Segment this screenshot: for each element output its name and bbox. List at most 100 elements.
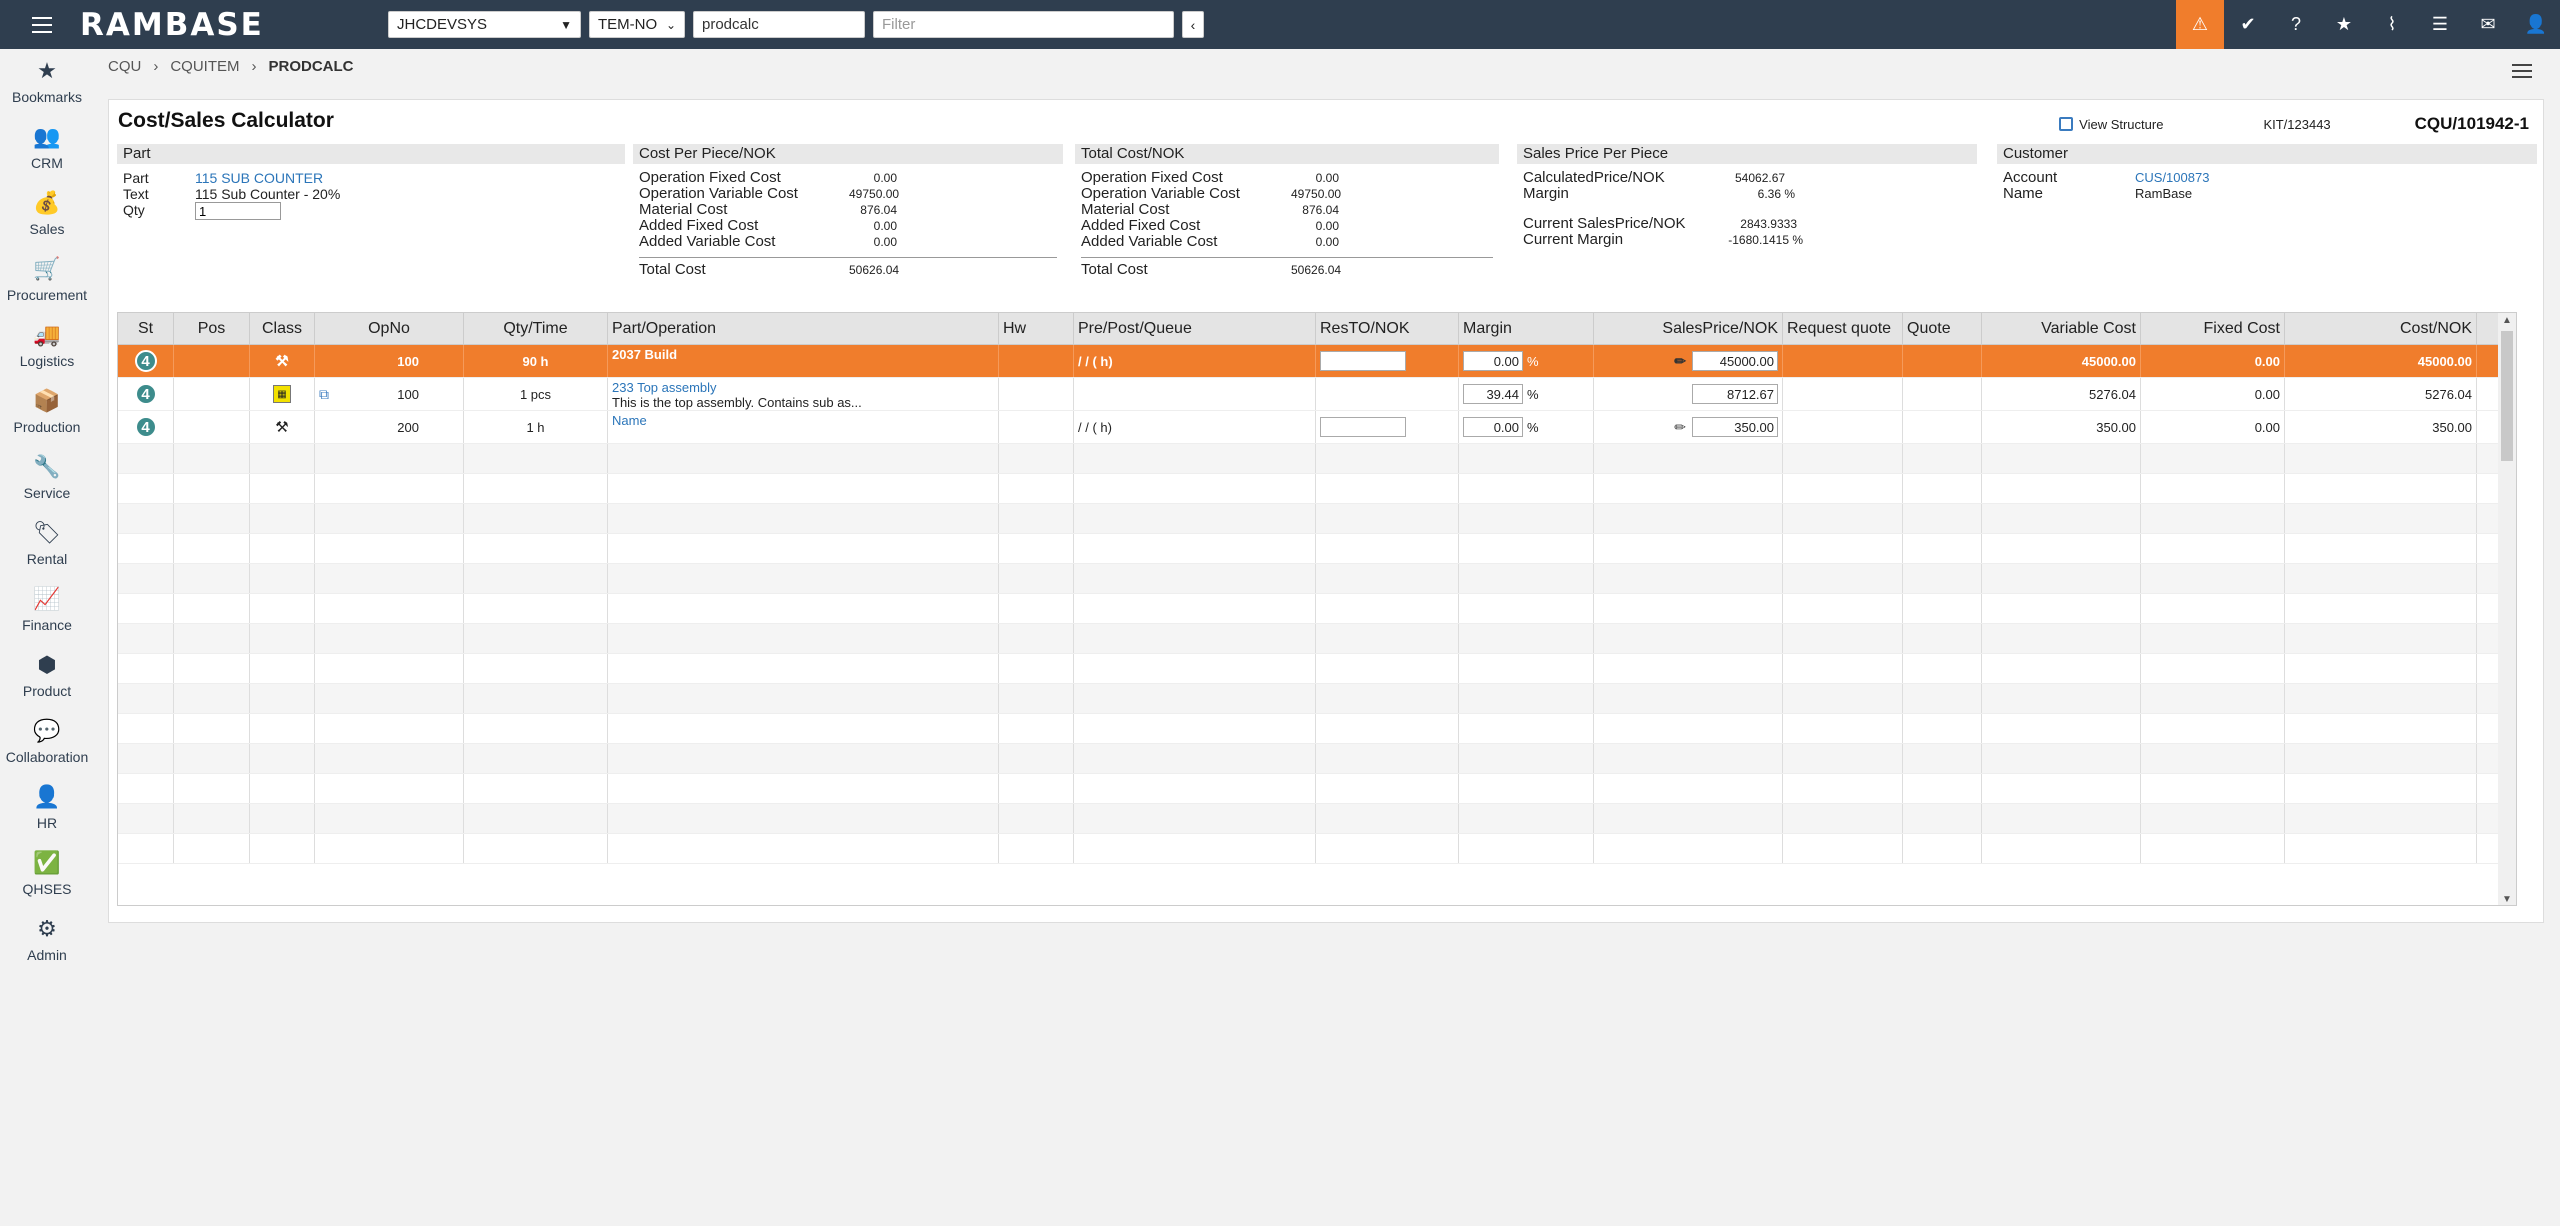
margin-input[interactable]	[1463, 351, 1523, 371]
main-menu-icon[interactable]	[32, 0, 62, 49]
sidebar-item-logistics[interactable]: 🚚 Logistics	[0, 313, 94, 379]
region-select[interactable]: TEM-NO ⌄	[589, 11, 685, 38]
scroll-down-icon[interactable]: ▼	[2502, 894, 2512, 905]
grid-scrollbar[interactable]: ▲ ▼	[2498, 313, 2516, 905]
empty-cell	[2141, 774, 2285, 803]
empty-cell	[1316, 534, 1459, 563]
customer-account-link[interactable]: CUS/100873	[2135, 170, 2209, 186]
scroll-thumb[interactable]	[2501, 331, 2513, 461]
empty-cell	[174, 744, 250, 773]
empty-row	[118, 564, 2516, 594]
sidebar-item-service[interactable]: 🔧 Service	[0, 445, 94, 511]
empty-cell	[1783, 654, 1903, 683]
empty-cell	[174, 474, 250, 503]
empty-cell	[118, 774, 174, 803]
paperclip-icon[interactable]: ⌇	[2368, 0, 2416, 49]
empty-cell	[2285, 624, 2477, 653]
list-icon[interactable]: ☰	[2416, 0, 2464, 49]
warning-icon[interactable]: ⚠	[2176, 0, 2224, 49]
empty-cell	[1594, 744, 1783, 773]
text-label: Text	[123, 186, 149, 202]
company-select[interactable]: JHCDEVSYS ▼	[388, 11, 581, 38]
empty-cell	[999, 714, 1074, 743]
margin-input[interactable]	[1463, 384, 1523, 404]
empty-cell	[250, 474, 315, 503]
breadcrumb-item-cquitem[interactable]: CQUITEM	[170, 58, 239, 75]
part-link[interactable]: 233 Top assembly	[612, 380, 717, 395]
empty-cell	[1459, 714, 1594, 743]
sidebar-item-bookmarks[interactable]: ★ Bookmarks	[0, 49, 94, 115]
empty-cell	[2285, 744, 2477, 773]
empty-cell	[999, 654, 1074, 683]
sales-price-input[interactable]	[1692, 384, 1778, 404]
sidebar-item-production[interactable]: 📦 Production	[0, 379, 94, 445]
empty-cell	[2285, 774, 2477, 803]
empty-cell	[250, 564, 315, 593]
app-search-input[interactable]: prodcalc	[693, 11, 865, 38]
empty-cell	[2141, 594, 2285, 623]
sidebar-item-hr[interactable]: 👤 HR	[0, 775, 94, 841]
empty-cell	[1074, 624, 1316, 653]
empty-cell	[1316, 504, 1459, 533]
view-structure-button[interactable]: View Structure	[2059, 117, 2163, 132]
operations-grid: St Pos Class OpNo Qty/Time Part/Operatio…	[117, 312, 2517, 906]
sidebar-item-sales[interactable]: 💰 Sales	[0, 181, 94, 247]
sidebar-item-crm[interactable]: 👥 CRM	[0, 115, 94, 181]
sidebar-item-procurement[interactable]: 🛒 Procurement	[0, 247, 94, 313]
scroll-up-icon[interactable]: ▲	[2502, 315, 2512, 326]
empty-row	[118, 714, 2516, 744]
page-menu-icon[interactable]	[2512, 64, 2532, 78]
sales-price-input[interactable]	[1692, 351, 1778, 371]
check-badge-icon[interactable]: ✔	[2224, 0, 2272, 49]
sidebar-item-collaboration[interactable]: 💬 Collaboration	[0, 709, 94, 775]
sidebar-item-finance[interactable]: 📈 Finance	[0, 577, 94, 643]
empty-cell	[1783, 834, 1903, 863]
rental-icon: 🏷	[33, 520, 61, 545]
sidebar-item-product[interactable]: ⬢ Product	[0, 643, 94, 709]
star-icon[interactable]: ★	[2320, 0, 2368, 49]
mail-icon[interactable]: ✉	[2464, 0, 2512, 49]
help-icon[interactable]: ?	[2272, 0, 2320, 49]
table-row[interactable]: 4 ⚒ 200 1 h Name / / ( h) % ✏ 350.00 0.0…	[118, 411, 2516, 444]
empty-cell	[464, 594, 608, 623]
table-row[interactable]: 4 ▦ ⧉ 100 1 pcs 233 Top assembly This is t…	[118, 378, 2516, 411]
empty-cell	[1459, 684, 1594, 713]
truck-icon: 🚚	[33, 322, 61, 347]
pencil-icon[interactable]: ✏	[1674, 419, 1686, 436]
breadcrumb-item-cqu[interactable]: CQU	[108, 58, 141, 75]
empty-cell	[1459, 624, 1594, 653]
empty-cell	[999, 474, 1074, 503]
operation-name-link[interactable]: Name	[612, 413, 647, 428]
user-icon[interactable]: 👤	[2512, 0, 2560, 49]
resto-input[interactable]	[1320, 417, 1406, 437]
collapse-button[interactable]: ‹	[1182, 11, 1204, 38]
empty-cell	[315, 564, 464, 593]
filter-input[interactable]: Filter	[873, 11, 1174, 38]
sidebar-item-rental[interactable]: 🏷 Rental	[0, 511, 94, 577]
empty-row	[118, 594, 2516, 624]
empty-cell	[118, 594, 174, 623]
sidebar-item-qhses[interactable]: ✅ QHSES	[0, 841, 94, 907]
part-link[interactable]: 115 SUB COUNTER	[195, 170, 323, 186]
pencil-icon[interactable]: ✏	[1674, 353, 1686, 370]
breadcrumb-separator-icon: ›	[251, 58, 257, 75]
empty-cell	[1074, 834, 1316, 863]
sales-price-input[interactable]	[1692, 417, 1778, 437]
qty-input[interactable]	[195, 202, 281, 220]
empty-cell	[1316, 474, 1459, 503]
structure-icon[interactable]: ⧉	[319, 386, 329, 403]
resto-input[interactable]	[1320, 351, 1406, 371]
empty-cell	[999, 804, 1074, 833]
operation-name[interactable]: 2037 Build	[612, 347, 677, 362]
empty-cell	[2285, 684, 2477, 713]
sidebar-item-admin[interactable]: ⚙ Admin	[0, 907, 94, 973]
empty-cell	[1074, 684, 1316, 713]
breadcrumb-separator-icon: ›	[153, 58, 159, 75]
empty-cell	[608, 534, 999, 563]
empty-cell	[174, 774, 250, 803]
empty-cell	[1903, 534, 1982, 563]
table-row[interactable]: 4 ⚒ 100 90 h 2037 Build / / ( h) % ✏ 450…	[118, 345, 2516, 378]
empty-cell	[1903, 714, 1982, 743]
empty-row	[118, 744, 2516, 774]
margin-input[interactable]	[1463, 417, 1523, 437]
